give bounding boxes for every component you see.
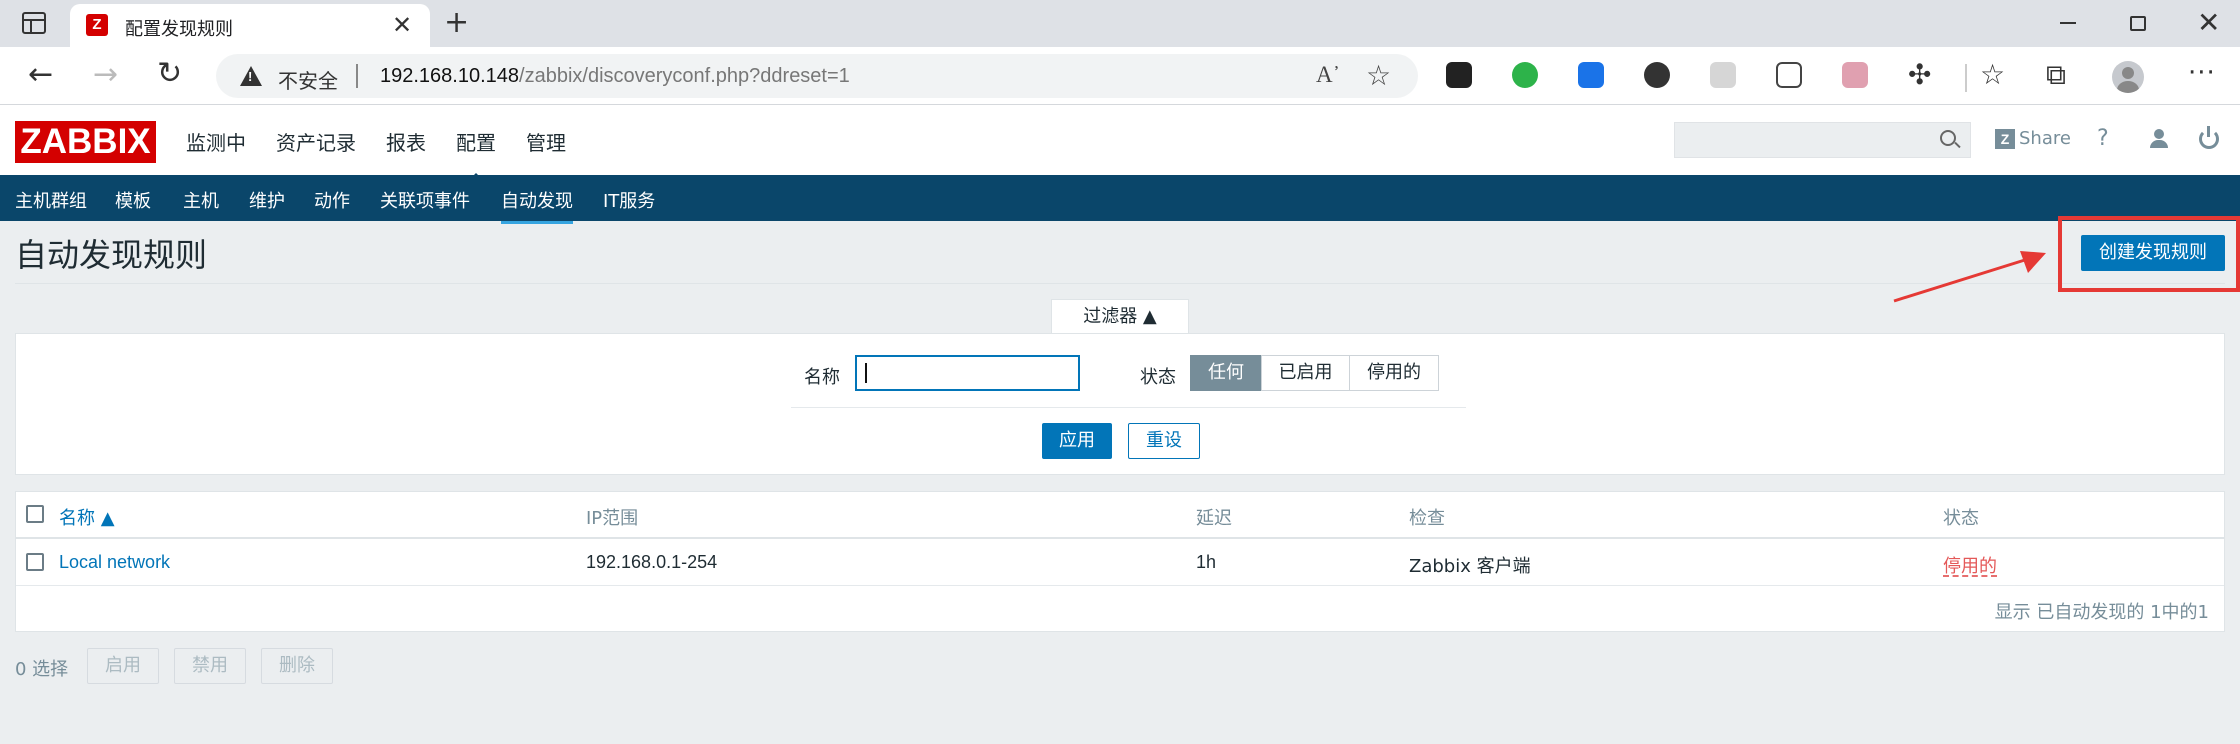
submenu-it-services[interactable]: IT服务 (603, 187, 655, 213)
column-delay: 延迟 (1196, 508, 1232, 529)
extension-1-icon[interactable] (1446, 62, 1472, 88)
table-summary: 显示 已自动发现的 1中的1 (1994, 602, 2209, 623)
menu-administration[interactable]: 管理 (526, 127, 566, 156)
rule-status-toggle[interactable]: 停用的 (1943, 552, 1997, 578)
help-icon[interactable]: ? (2097, 126, 2109, 151)
submenu-hosts[interactable]: 主机 (183, 187, 219, 213)
filter-apply-button[interactable]: 应用 (1042, 423, 1112, 459)
enable-button[interactable]: 启用 (87, 648, 159, 684)
zabbix-share-icon: Z (1995, 128, 2015, 149)
more-options-icon[interactable]: ··· (2188, 58, 2216, 88)
zabbix-header: ZABBIX 监测中 资产记录 报表 配置 管理 Z Share ? (0, 105, 2240, 183)
new-tab-icon[interactable]: + (444, 6, 469, 40)
collections-icon[interactable]: ⧉ (2046, 57, 2066, 93)
annotation-highlight-box (2058, 216, 2240, 292)
submenu-host-groups[interactable]: 主机群组 (15, 187, 87, 213)
tab-actions-icon[interactable] (22, 12, 46, 34)
filter-toggle-tab[interactable]: 过滤器 ▲ (1051, 299, 1189, 335)
browser-toolbar: ← → ↻ 不安全 192.168.10.148/zabbix/discover… (0, 47, 2240, 105)
rule-name-link[interactable]: Local network (59, 552, 170, 573)
select-all-checkbox[interactable] (26, 505, 44, 523)
tab-close-icon[interactable]: ✕ (392, 11, 412, 39)
sign-out-icon[interactable] (2199, 126, 2219, 149)
browser-tab[interactable]: Z 配置发现规则 ✕ (70, 4, 430, 47)
extension-5-icon[interactable] (1710, 62, 1736, 88)
selected-count: 0 选择 (15, 659, 69, 680)
menu-reports[interactable]: 报表 (386, 127, 426, 156)
submenu-discovery[interactable]: 自动发现 (501, 187, 573, 224)
rule-delay: 1h (1196, 552, 1217, 572)
url-path: /zabbix/discoveryconf.php?ddreset=1 (519, 65, 850, 87)
column-name-sort[interactable]: 名称 ▲ (59, 504, 115, 530)
zabbix-favicon-icon: Z (86, 14, 108, 36)
global-search-input[interactable] (1674, 122, 1971, 158)
extension-7-icon[interactable] (1842, 62, 1868, 88)
submenu-templates[interactable]: 模板 (115, 187, 151, 213)
favorites-icon[interactable]: ☆ (1980, 57, 2005, 93)
submenu-maintenance[interactable]: 维护 (249, 187, 285, 213)
filter-status-label: 状态 (1140, 367, 1176, 388)
disable-button[interactable]: 禁用 (174, 648, 246, 684)
address-bar[interactable]: 不安全 192.168.10.148/zabbix/discoveryconf.… (216, 54, 1418, 98)
back-arrow-icon[interactable]: ← (28, 57, 53, 93)
row-checkbox[interactable] (26, 553, 44, 571)
window-maximize-icon[interactable] (2130, 16, 2146, 31)
rule-ip-range: 192.168.0.1-254 (586, 552, 718, 572)
share-label: Share (2019, 128, 2071, 149)
status-any-option[interactable]: 任何 (1190, 355, 1262, 391)
user-profile-icon[interactable] (2149, 129, 2169, 149)
column-status: 状态 (1943, 508, 1979, 529)
share-link[interactable]: Z Share (1995, 128, 2071, 149)
extension-3-icon[interactable] (1578, 62, 1604, 88)
add-favorite-icon[interactable]: ☆ (1366, 59, 1391, 92)
page-title: 自动发现规则 (15, 236, 208, 274)
search-icon[interactable] (1940, 130, 1956, 146)
extension-4-icon[interactable] (1644, 62, 1670, 88)
warning-icon[interactable] (240, 66, 262, 86)
submenu-event-correlation[interactable]: 关联项事件 (380, 187, 470, 213)
gitzip-extension-icon[interactable] (1776, 62, 1802, 88)
filter-name-input[interactable] (855, 355, 1080, 391)
discovery-rules-table: 名称 ▲ IP范围 延迟 检查 状态 Local network 192.168… (15, 491, 2225, 632)
main-menu: 监测中 资产记录 报表 配置 管理 (186, 127, 596, 183)
annotation-arrow (1893, 251, 2046, 303)
filter-reset-button[interactable]: 重设 (1128, 423, 1200, 459)
zabbix-logo[interactable]: ZABBIX (15, 121, 156, 163)
filter-name-label: 名称 (804, 367, 840, 388)
filter-divider (791, 407, 1466, 408)
status-enabled-option[interactable]: 已启用 (1261, 355, 1350, 391)
url-text[interactable]: 192.168.10.148/zabbix/discoveryconf.php?… (380, 65, 850, 88)
status-disabled-option[interactable]: 停用的 (1349, 355, 1439, 391)
column-ip-range: IP范围 (586, 508, 639, 529)
profile-avatar-icon[interactable] (2112, 61, 2144, 93)
insecure-label[interactable]: 不安全 (278, 65, 338, 94)
toolbar-divider (1965, 64, 1967, 92)
read-aloud-icon[interactable]: A᾽ (1316, 62, 1340, 88)
table-header-row: 名称 ▲ IP范围 延迟 检查 状态 (16, 492, 2224, 539)
filter-panel: 名称 状态 任何 已启用 停用的 应用 重设 (15, 333, 2225, 475)
address-divider (356, 64, 358, 88)
menu-inventory[interactable]: 资产记录 (276, 127, 356, 156)
reload-icon[interactable]: ↻ (157, 55, 182, 93)
menu-configuration[interactable]: 配置 (456, 127, 496, 183)
config-submenu: 主机群组 模板 主机 维护 动作 关联项事件 自动发现 IT服务 (0, 175, 2240, 224)
table-row: Local network 192.168.0.1-254 1h Zabbix … (16, 539, 2224, 586)
extensions-puzzle-icon[interactable]: ✣ (1908, 57, 1931, 93)
window-close-icon[interactable]: ✕ (2197, 6, 2220, 40)
delete-button[interactable]: 删除 (261, 648, 333, 684)
extension-2-icon[interactable] (1512, 62, 1538, 88)
submenu-actions[interactable]: 动作 (314, 187, 350, 213)
tab-title: 配置发现规则 (125, 19, 233, 40)
window-minimize-icon[interactable] (2060, 22, 2076, 24)
forward-arrow-icon[interactable]: → (93, 57, 118, 93)
menu-monitoring[interactable]: 监测中 (186, 127, 246, 156)
rule-checks: Zabbix 客户端 (1409, 556, 1531, 577)
url-host: 192.168.10.148 (380, 65, 520, 87)
column-checks: 检查 (1409, 508, 1445, 529)
browser-tab-bar: Z 配置发现规则 ✕ + ✕ (0, 0, 2240, 47)
